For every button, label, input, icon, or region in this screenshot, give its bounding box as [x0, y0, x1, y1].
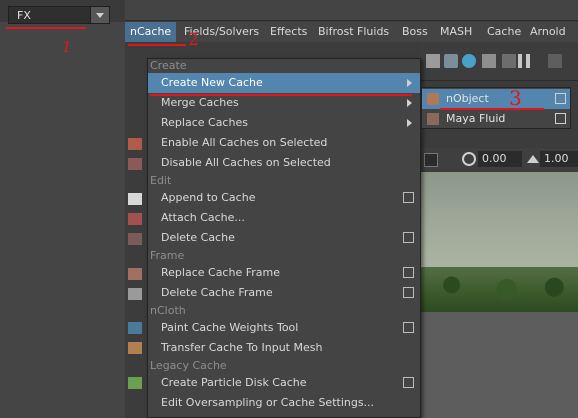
menu-item-replace-caches[interactable]: Replace Caches [148, 113, 420, 133]
menu-bifrost-fluids[interactable]: Bifrost Fluids [318, 25, 389, 38]
section-frame: Frame [150, 249, 185, 262]
replace-frame-icon [128, 268, 142, 280]
option-box-icon[interactable] [555, 113, 566, 124]
hypershade-icon[interactable] [482, 54, 496, 68]
attach-cache-icon [128, 213, 142, 225]
menu-item-create-particle-disk-cache[interactable]: Create Particle Disk Cache [148, 373, 420, 393]
annotation-number-1: 1 [62, 38, 72, 56]
submenu-item-label: Maya Fluid [446, 112, 506, 125]
option-box-icon[interactable] [403, 287, 414, 298]
menu-item-label: Create Particle Disk Cache [161, 376, 307, 389]
option-box-icon[interactable] [403, 192, 414, 203]
menu-item-enable-all-caches[interactable]: Enable All Caches on Selected [148, 133, 420, 153]
particle-cache-icon [128, 377, 142, 389]
menu-item-label: Delete Cache Frame [161, 286, 273, 299]
menu-item-label: Replace Cache Frame [161, 266, 280, 279]
section-edit: Edit [150, 174, 172, 187]
top-toolbar-strip [125, 0, 578, 21]
submenu-arrow-icon [407, 119, 412, 127]
gamma-icon[interactable] [527, 155, 539, 163]
menu-item-label: Delete Cache [161, 231, 235, 244]
menu-item-label: Paint Cache Weights Tool [161, 321, 299, 334]
submenu-arrow-icon [407, 99, 412, 107]
pause-icon-bar-right[interactable] [526, 54, 530, 68]
viewport-3d[interactable] [420, 172, 578, 418]
menu-item-delete-cache-frame[interactable]: Delete Cache Frame [148, 283, 420, 303]
menu-item-disable-all-caches[interactable]: Disable All Caches on Selected [148, 153, 420, 173]
menu-set-value: FX [17, 9, 31, 22]
append-cache-icon [128, 193, 142, 205]
section-legacy-cache: Legacy Cache [150, 359, 227, 372]
menu-item-create-new-cache[interactable]: Create New Cache [148, 73, 420, 93]
submenu-item-label: nObject [446, 92, 489, 105]
menu-item-transfer-cache[interactable]: Transfer Cache To Input Mesh [148, 338, 420, 358]
menu-cache[interactable]: Cache [487, 25, 521, 38]
chevron-down-icon[interactable] [90, 7, 109, 23]
left-panel [0, 22, 125, 418]
menu-item-label: Create New Cache [161, 76, 263, 89]
menu-arnold[interactable]: Arnold [530, 25, 566, 38]
pause-icon-bar-left[interactable] [518, 54, 522, 68]
gamma-field[interactable]: 1.00 [540, 151, 578, 167]
section-create: Create [150, 59, 187, 72]
annotation-number-2: 2 [188, 30, 199, 50]
submenu-item-nobject[interactable]: nObject [422, 89, 570, 109]
menu-item-attach-cache[interactable]: Attach Cache... [148, 208, 420, 228]
annotation-underline-1 [6, 27, 86, 29]
option-box-icon[interactable] [403, 232, 414, 243]
transfer-cache-icon [128, 342, 142, 354]
menu-ncache[interactable]: nCache [125, 22, 177, 42]
menu-item-replace-cache-frame[interactable]: Replace Cache Frame [148, 263, 420, 283]
viewport-ground-plane [420, 312, 578, 418]
viewport-panel-bar: 0.00 1.00 [420, 148, 578, 170]
annotation-number-3: 3 [509, 86, 522, 110]
shelf-toolbar [420, 42, 578, 81]
menu-effects[interactable]: Effects [270, 25, 307, 38]
menu-item-merge-caches[interactable]: Merge Caches [148, 93, 420, 113]
submenu-arrow-icon [407, 79, 412, 87]
tool-icon[interactable] [548, 54, 562, 68]
ncache-menu: Create Create New Cache Merge Caches Rep… [147, 58, 421, 418]
menu-item-label: Replace Caches [161, 116, 248, 129]
render-icon[interactable] [426, 54, 440, 68]
menu-item-delete-cache[interactable]: Delete Cache [148, 228, 420, 248]
menu-item-edit-oversampling[interactable]: Edit Oversampling or Cache Settings... [148, 393, 420, 413]
grid-icon[interactable] [424, 153, 438, 167]
enable-cache-icon [128, 138, 142, 150]
submenu-item-maya-fluid[interactable]: Maya Fluid [422, 109, 570, 129]
menu-item-label: Enable All Caches on Selected [161, 136, 328, 149]
menu-item-label: Transfer Cache To Input Mesh [161, 341, 323, 354]
delete-frame-icon [128, 288, 142, 300]
menu-boss[interactable]: Boss [402, 25, 428, 38]
delete-cache-icon [128, 233, 142, 245]
section-ncloth: nCloth [150, 304, 186, 317]
render-settings-icon[interactable] [462, 54, 476, 68]
option-box-icon[interactable] [403, 377, 414, 388]
render-view-icon[interactable] [502, 54, 516, 68]
annotation-underline-2 [128, 44, 186, 46]
disable-cache-icon [128, 158, 142, 170]
option-box-icon[interactable] [403, 322, 414, 333]
viewport-trees [420, 267, 578, 312]
menu-mash[interactable]: MASH [440, 25, 472, 38]
exposure-field[interactable]: 0.00 [478, 151, 522, 167]
option-box-icon[interactable] [403, 267, 414, 278]
menu-item-label: Append to Cache [161, 191, 256, 204]
menu-item-append-to-cache[interactable]: Append to Cache [148, 188, 420, 208]
maya-fluid-icon [427, 113, 439, 125]
menu-set-dropdown[interactable]: FX [8, 6, 110, 24]
exposure-icon[interactable] [462, 152, 476, 166]
annotation-underline-create-new-cache [150, 94, 412, 96]
menu-item-label: Disable All Caches on Selected [161, 156, 331, 169]
menu-item-paint-cache-weights[interactable]: Paint Cache Weights Tool [148, 318, 420, 338]
annotation-underline-nobject [440, 108, 544, 110]
menu-item-label: Edit Oversampling or Cache Settings... [161, 396, 375, 409]
nobject-icon [427, 93, 439, 105]
menu-item-label: Merge Caches [161, 96, 239, 109]
menu-item-label: Attach Cache... [161, 211, 245, 224]
ipr-render-icon[interactable] [444, 54, 458, 68]
option-box-icon[interactable] [555, 93, 566, 104]
paint-weights-icon [128, 322, 142, 334]
